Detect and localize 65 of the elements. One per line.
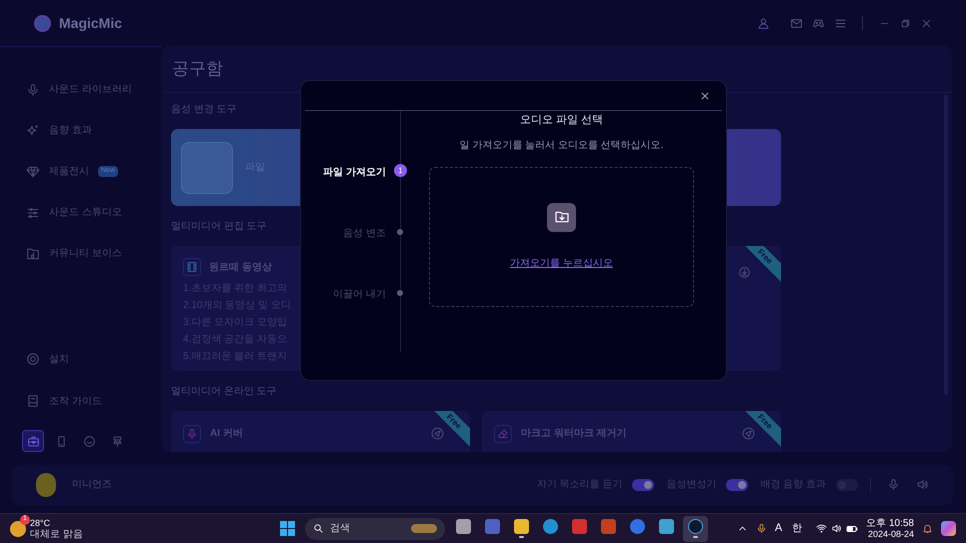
toggle-switch[interactable] [632,478,654,490]
weather-text: 대체로 맑음 [30,528,83,540]
voice-name: 미니언즈 [72,478,112,492]
sidebar-item[interactable]: 사운드 스튜디오 [26,192,162,233]
avatar [36,472,56,496]
toggle-label: 배경 음향 효과 [760,478,826,492]
toggle-switch[interactable] [726,478,748,490]
step-number: 1 [394,164,407,177]
dialog-title: 오디오 파일 선택 [520,113,604,128]
ime-indicator[interactable]: 한 [792,521,802,536]
speaker-icon[interactable] [831,523,842,534]
start-icon[interactable] [280,521,295,536]
input-mode-indicator[interactable]: A [774,520,782,537]
sidebar-item[interactable]: 커뮤니티 보이스 [26,233,162,274]
dialog-subtitle: 일 가져오기를 눌러서 오디오를 선택하십시오. [460,138,664,152]
microphone-icon[interactable] [756,523,767,534]
assistant-app-icon[interactable] [941,521,956,536]
music-folder-icon [26,246,40,260]
step-label[interactable]: 파일 가져오기 [323,165,386,180]
search-highlight-icon [411,524,437,533]
sidebar-item[interactable]: 조작 가이드 [26,380,162,422]
folder-download-icon [554,209,570,225]
microphone-icon [183,424,201,442]
app-name: MagicMic [59,14,122,33]
mail-icon[interactable] [790,16,803,30]
user-icon[interactable] [757,16,770,30]
step-label[interactable]: 이끌어 내기 [333,287,386,302]
toggle-label: 자기 목소리를 듣기 [536,478,622,492]
toolbox-tab[interactable] [22,430,44,452]
film-icon [183,258,201,276]
import-link[interactable]: 가져오기를 누르십시오 [510,256,613,270]
settings-icon [26,352,40,366]
diamond-icon [26,164,40,178]
search-icon [313,523,324,534]
temperature: 28°C [30,518,52,528]
restore-icon[interactable] [900,18,911,28]
section-heading: 음성 변경 도구 [171,103,237,117]
wifi-icon[interactable] [816,523,828,534]
search-field[interactable]: 검색 [330,522,390,536]
taskbar-app[interactable] [683,516,708,542]
step-label[interactable]: 음성 변조 [343,226,386,241]
logo-icon [34,14,51,32]
toggle-switch[interactable] [836,478,858,490]
sidebar-item[interactable]: 설치 [26,338,162,380]
section-heading: 멀티미디어 온라인 도구 [171,385,277,399]
send-icon[interactable] [742,427,755,440]
chat-icon [82,434,96,448]
weather-icon [10,520,26,536]
section-heading: 멀티미디어 편집 도구 [171,220,267,234]
send-icon[interactable] [431,427,444,440]
eraser-icon [494,424,512,442]
microphone-icon [26,82,40,96]
sidebar-item[interactable]: 사운드 라이브러리 [26,69,162,110]
toggle-label: 음성변성기 [666,478,716,492]
clock[interactable]: 오후 10:58 2024-08-24 [866,518,914,540]
taskbar-search[interactable]: 검색 [305,518,445,540]
drop-zone[interactable]: 가져오기를 누르십시오 [429,166,694,306]
panel-title: 공구함 [172,58,223,80]
sparkle-icon [26,124,40,138]
book-icon [26,394,40,408]
bell-icon[interactable] [922,523,933,534]
toolbox-icon [26,434,40,448]
sliders-icon [26,206,40,220]
download-icon[interactable] [738,266,751,279]
sidebar-item[interactable]: 음향 효과 [26,110,162,151]
